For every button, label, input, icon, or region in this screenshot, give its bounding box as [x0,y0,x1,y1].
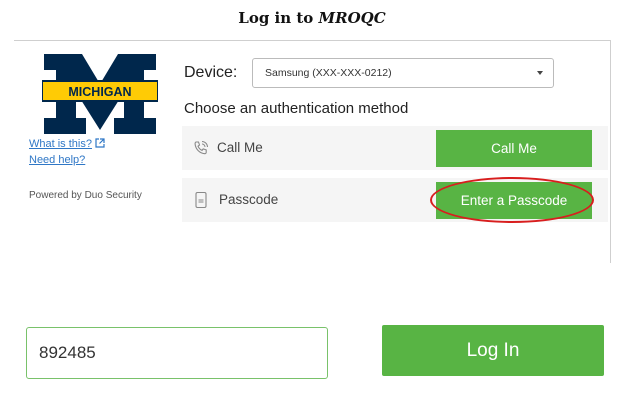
passcode-input[interactable] [26,327,328,379]
method-label-call: Call Me [217,140,263,155]
call-me-button[interactable]: Call Me [436,130,592,167]
external-link-icon [95,138,105,148]
method-row-call: Call Me Call Me [182,126,608,170]
page-title-prefix: Log in to [238,9,314,27]
powered-by-text: Powered by Duo Security [29,190,142,201]
michigan-logo: MICHIGAN [42,54,158,134]
log-in-button[interactable]: Log In [382,325,604,376]
enter-passcode-button[interactable]: Enter a Passcode [436,182,592,219]
method-row-passcode: Passcode Enter a Passcode [182,178,608,222]
what-is-this-label: What is this? [29,138,92,150]
need-help-link[interactable]: Need help? [29,154,85,166]
method-label-passcode: Passcode [219,192,279,207]
choose-method-heading: Choose an authentication method [184,100,409,117]
what-is-this-link[interactable]: What is this? [29,138,105,150]
passcode-phone-icon [195,191,207,209]
page-title-app: MROQC [318,9,386,27]
device-label: Device: [184,64,238,81]
phone-ringing-icon [194,141,208,155]
device-select-value: Samsung (XXX-XXX-0212) [265,67,392,79]
duo-login-page: Log in to MROQC MICHIGAN What is this? N… [0,0,624,397]
page-title: Log in to MROQC [0,9,624,27]
registered-mark-icon [152,130,156,134]
chevron-down-icon [537,71,543,75]
device-select[interactable]: Samsung (XXX-XXX-0212) [252,58,554,88]
michigan-wordmark: MICHIGAN [68,85,131,99]
